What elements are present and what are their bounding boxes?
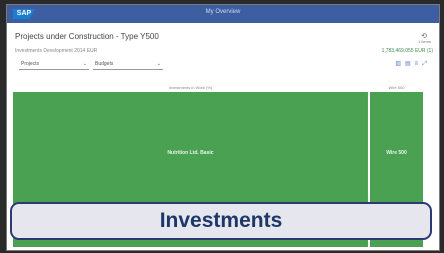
treemap-column-header: Investments in Work (%) — [169, 85, 213, 90]
budgets-select[interactable]: Budgets ⌄ — [93, 60, 163, 70]
treemap-tile-label: Wire 500 — [386, 150, 407, 156]
treemap-column-header: Wire 500 — [388, 85, 405, 90]
bar-chart-icon[interactable]: ▥ — [395, 61, 405, 67]
page-header: Projects under Construction - Type Y500 … — [7, 23, 439, 59]
item-count: 1 items — [418, 39, 431, 44]
projects-select[interactable]: Projects ⌄ — [19, 60, 89, 70]
chevron-down-icon: ⌄ — [82, 61, 87, 67]
table-icon[interactable]: ▤ — [405, 61, 415, 67]
budgets-select-value: Budgets — [95, 61, 114, 67]
page-subtitle: Investments Development 2014 EUR — [15, 48, 98, 54]
zoom-icon[interactable]: ⤢ — [422, 61, 431, 67]
chevron-down-icon: ⌄ — [156, 61, 161, 67]
page-title: Projects under Construction - Type Y500 — [15, 32, 159, 41]
filter-bar: Projects ⌄ Budgets ⌄ ▥▤≡⤢ — [7, 59, 439, 71]
caption-box: Investments — [10, 202, 432, 240]
shell-title: My Overview — [205, 9, 241, 15]
projects-select-value: Projects — [21, 61, 40, 67]
shell-bar: SAP My Overview — [7, 5, 439, 23]
total-value: 1,783,469,055 EUR (1) — [381, 48, 433, 54]
treemap-tile-label: Nutrition Ltd. Basic — [167, 150, 213, 156]
caption-text: Investments — [159, 209, 283, 232]
chart-toolbar: ▥▤≡⤢ — [395, 60, 431, 68]
